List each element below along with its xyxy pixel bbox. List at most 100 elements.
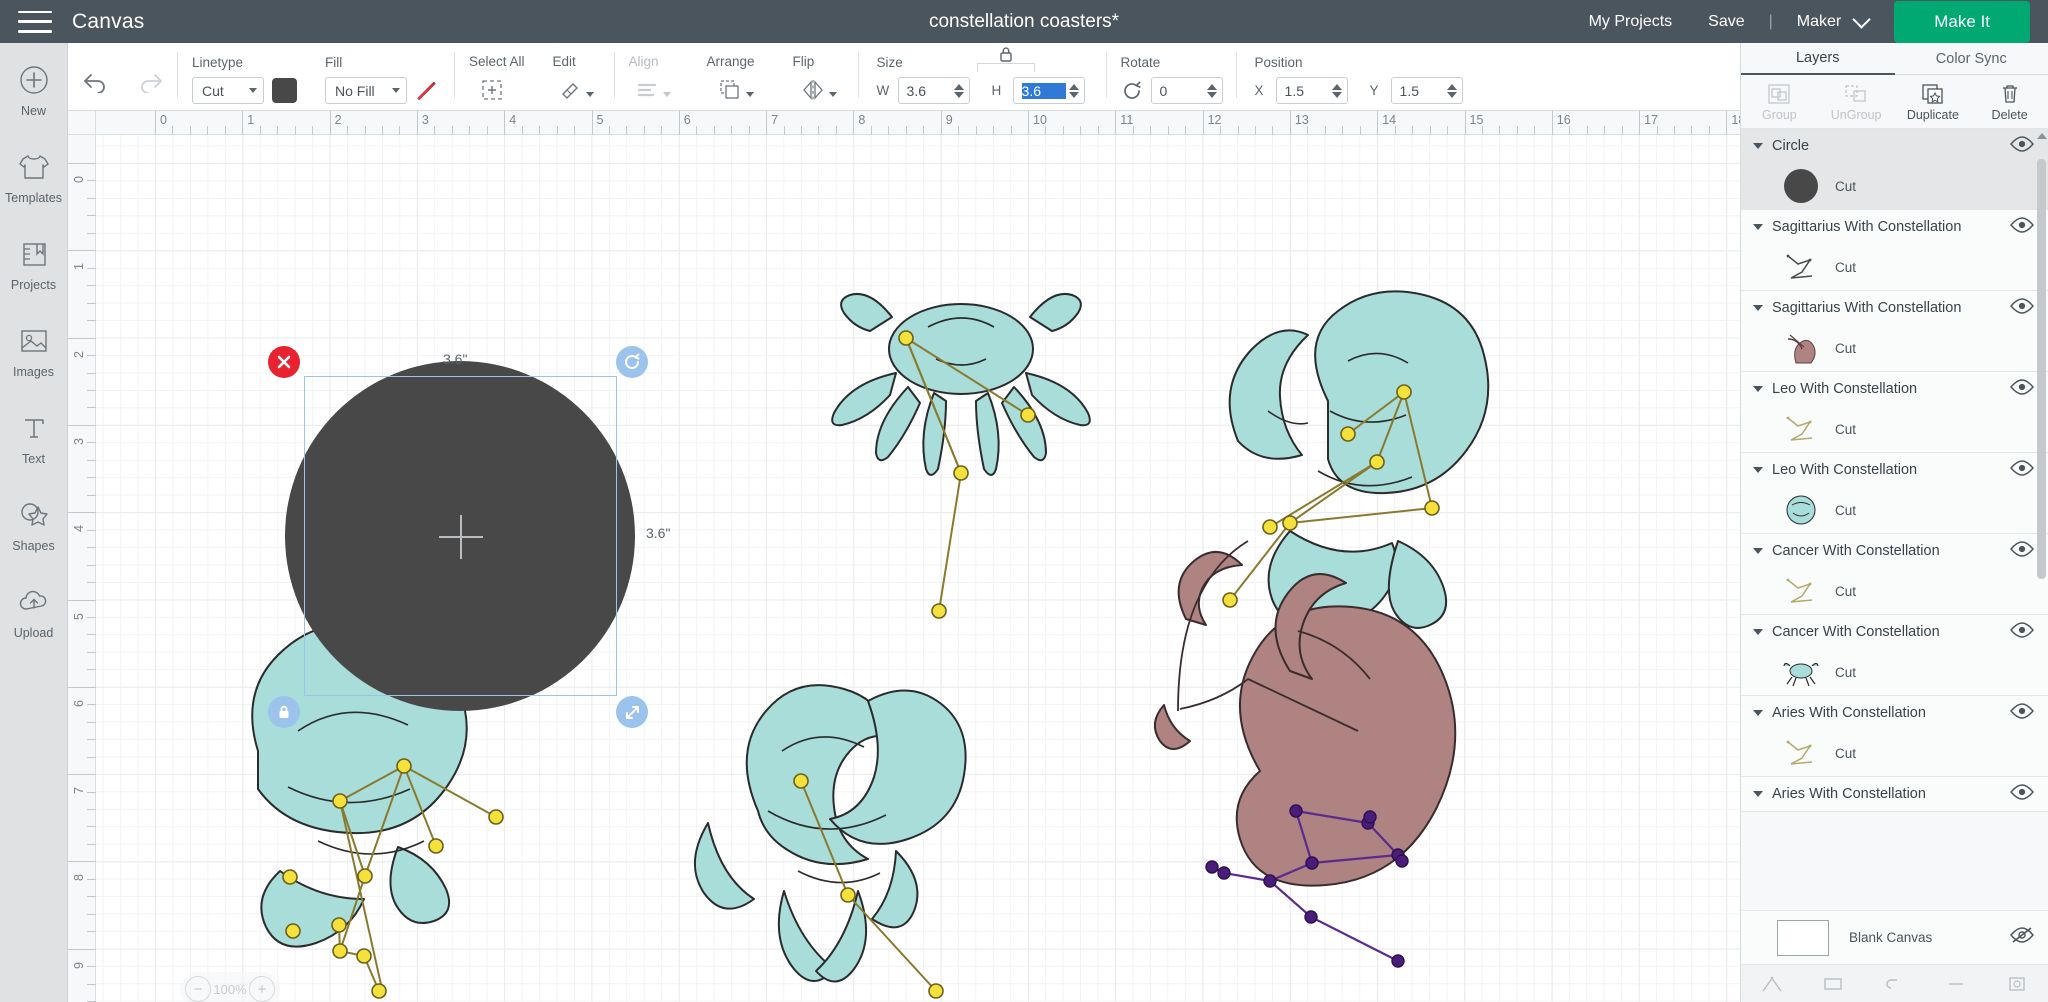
layer-header[interactable]: Sagittarius With Constellation [1741, 291, 2048, 325]
flip-button[interactable] [800, 76, 838, 104]
layer-header[interactable]: Aries With Constellation [1741, 696, 2048, 730]
my-projects-link[interactable]: My Projects [1571, 13, 1691, 31]
eye-visible-icon[interactable] [2010, 540, 2034, 563]
save-button[interactable]: Save [1690, 13, 1762, 31]
sidebar-item-projects[interactable]: Projects [0, 233, 68, 318]
tab-color-sync[interactable]: Color Sync [1894, 43, 2048, 75]
sidebar-item-upload[interactable]: Upload [0, 581, 68, 666]
sidebar-item-shapes[interactable]: Shapes [0, 494, 68, 579]
zoom-in-button[interactable]: + [249, 976, 275, 1002]
linetype-color-swatch[interactable] [272, 78, 297, 103]
layer-row[interactable]: Cut [1741, 487, 2048, 533]
eye-visible-icon[interactable] [2010, 216, 2034, 239]
layer-header[interactable]: Circle [1741, 129, 2048, 163]
eye-visible-icon[interactable] [2010, 297, 2034, 320]
chevron-down-icon[interactable] [1753, 467, 1763, 473]
layer-row[interactable]: Cut [1741, 406, 2048, 452]
position-y-stepper[interactable] [1446, 83, 1460, 98]
design-canvas[interactable]: 3.6" 3.6" 0123456789101112131415161718 0… [68, 111, 1740, 1002]
sidebar-item-text[interactable]: Text [0, 407, 68, 492]
chevron-down-icon[interactable] [1753, 548, 1763, 554]
layer-group[interactable]: Sagittarius With Constellation Cut [1741, 291, 2048, 372]
sidebar-item-images[interactable]: Images [0, 320, 68, 405]
position-y-field[interactable] [1390, 77, 1463, 104]
eye-visible-icon[interactable] [2010, 459, 2034, 482]
layer-header[interactable]: Cancer With Constellation [1741, 534, 2048, 568]
position-x-field[interactable] [1275, 77, 1348, 104]
rotate-icon[interactable] [616, 346, 648, 378]
weld-icon[interactable] [1822, 975, 1844, 993]
layer-header[interactable]: Sagittarius With Constellation [1741, 210, 2048, 244]
layer-header[interactable]: Aries With Constellation [1741, 777, 2048, 811]
layer-row[interactable]: Cut [1741, 649, 2048, 695]
redo-icon[interactable] [134, 71, 164, 98]
fill-select[interactable]: No Fill [325, 77, 407, 104]
chevron-down-icon[interactable] [1753, 305, 1763, 311]
select-all-button[interactable] [480, 76, 504, 104]
width-stepper[interactable] [953, 83, 967, 98]
chevron-down-icon[interactable] [1852, 9, 1871, 29]
machine-selector[interactable]: Maker [1779, 13, 1849, 31]
sidebar-item-templates[interactable]: Templates [0, 146, 68, 231]
layer-group[interactable]: Leo With Constellation Cut [1741, 372, 2048, 453]
tab-layers[interactable]: Layers [1741, 43, 1895, 75]
layer-row[interactable]: Cut [1741, 568, 2048, 614]
layer-header[interactable]: Leo With Constellation [1741, 372, 2048, 406]
layers-list[interactable]: Circle Cut Sagittarius With Constellatio… [1741, 129, 2048, 910]
undo-icon[interactable] [82, 71, 112, 98]
position-y-input[interactable] [1399, 82, 1444, 99]
attach-icon[interactable] [1883, 975, 1905, 993]
eye-visible-icon[interactable] [2010, 783, 2034, 806]
delete-button[interactable]: Delete [1971, 75, 2048, 128]
position-x-input[interactable] [1284, 82, 1329, 99]
rotate-input[interactable] [1159, 82, 1204, 99]
layer-header[interactable]: Leo With Constellation [1741, 453, 2048, 487]
eye-visible-icon[interactable] [2010, 621, 2034, 644]
layer-row[interactable]: Cut [1741, 244, 2048, 290]
lock-icon[interactable] [268, 696, 300, 728]
chevron-down-icon[interactable] [1753, 791, 1763, 797]
chevron-down-icon[interactable] [1753, 710, 1763, 716]
eye-visible-icon[interactable] [2010, 135, 2034, 158]
chevron-down-icon[interactable] [1753, 224, 1763, 230]
height-input[interactable] [1021, 82, 1066, 99]
layer-group[interactable]: Leo With Constellation Cut [1741, 453, 2048, 534]
zoom-control[interactable]: − 100% + [180, 972, 280, 1002]
edit-button[interactable] [559, 76, 595, 104]
layer-row[interactable]: Cut [1741, 163, 2048, 209]
sidebar-item-new[interactable]: New [0, 59, 68, 144]
slice-icon[interactable] [1761, 975, 1783, 993]
eye-visible-icon[interactable] [2010, 702, 2034, 725]
no-fill-icon[interactable] [415, 78, 441, 104]
contour-icon[interactable] [2006, 975, 2028, 993]
layer-group[interactable]: Cancer With Constellation Cut [1741, 534, 2048, 615]
size-lock-toggle[interactable] [976, 44, 1035, 72]
chevron-down-icon[interactable] [1753, 629, 1763, 635]
resize-icon[interactable] [616, 696, 648, 728]
arrange-button[interactable] [717, 76, 755, 104]
chevron-down-icon[interactable] [1753, 386, 1763, 392]
eye-visible-icon[interactable] [2010, 378, 2034, 401]
height-stepper[interactable] [1068, 83, 1082, 98]
layer-group[interactable]: Cancer With Constellation Cut [1741, 615, 2048, 696]
width-field[interactable] [897, 77, 970, 104]
make-it-button[interactable]: Make It [1894, 0, 2030, 43]
rotate-field[interactable] [1150, 77, 1223, 104]
rotate-icon[interactable] [1121, 80, 1143, 102]
height-field[interactable] [1012, 77, 1085, 104]
layers-scrollbar[interactable] [2037, 133, 2047, 613]
layer-group[interactable]: Aries With Constellation Cut [1741, 696, 2048, 777]
position-x-stepper[interactable] [1331, 83, 1345, 98]
linetype-select[interactable]: Cut [192, 77, 264, 104]
zoom-out-button[interactable]: − [185, 976, 211, 1002]
blank-canvas-row[interactable]: Blank Canvas [1741, 910, 2048, 964]
layer-row[interactable]: Cut [1741, 325, 2048, 371]
hamburger-menu-icon[interactable] [18, 10, 52, 33]
chevron-down-icon[interactable] [1753, 143, 1763, 149]
width-input[interactable] [906, 82, 951, 99]
layer-group[interactable]: Sagittarius With Constellation Cut [1741, 210, 2048, 291]
flatten-icon[interactable] [1945, 975, 1967, 993]
layer-header[interactable]: Cancer With Constellation [1741, 615, 2048, 649]
layer-group[interactable]: Aries With Constellation [1741, 777, 2048, 812]
duplicate-button[interactable]: Duplicate [1895, 75, 1972, 128]
